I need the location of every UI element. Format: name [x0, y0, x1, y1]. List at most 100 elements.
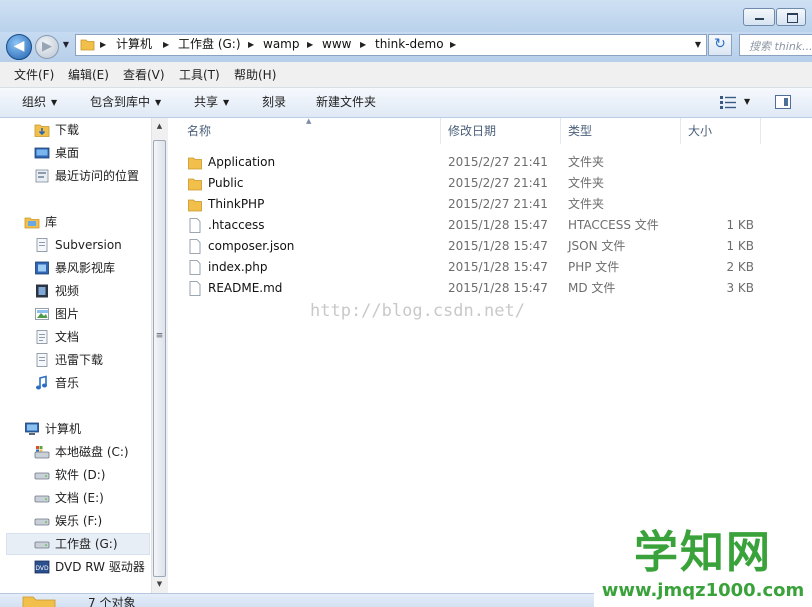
nav-item-subversion[interactable]: Subversion — [34, 234, 146, 256]
column-header-date[interactable]: 修改日期 — [441, 118, 561, 144]
nav-item-drive-e[interactable]: 文档 (E:) — [34, 487, 146, 509]
breadcrumb-www[interactable]: www — [322, 34, 351, 56]
scroll-down-icon[interactable]: ▼ — [151, 576, 168, 593]
file-date: 2015/1/28 15:47 — [448, 281, 548, 295]
organize-label: 组织 — [22, 95, 47, 109]
burn-button[interactable]: 刻录 — [262, 88, 286, 117]
nav-item-computer[interactable]: 计算机 — [24, 418, 146, 440]
chevron-down-icon: ▼ — [155, 98, 162, 107]
document-icon — [36, 330, 48, 344]
file-date: 2015/1/28 15:47 — [448, 218, 548, 232]
computer-icon — [25, 422, 39, 435]
music-note-icon — [36, 375, 47, 390]
breadcrumb-think-demo[interactable]: think-demo — [375, 34, 444, 56]
preview-pane-icon[interactable] — [775, 95, 791, 109]
logo-url: www.jmqz1000.com — [601, 580, 805, 601]
file-size: 1 KB — [726, 239, 754, 253]
nav-item-downloads[interactable]: 下载 — [34, 119, 146, 141]
library-icon — [24, 217, 40, 229]
nav-item-drive-d[interactable]: 软件 (D:) — [34, 464, 146, 486]
column-header-size[interactable]: 大小 — [681, 118, 761, 144]
nav-label: 本地磁盘 (C:) — [55, 445, 129, 459]
file-size: 2 KB — [726, 260, 754, 274]
file-row-composer-json[interactable]: composer.json 2015/1/28 15:47 JSON 文件 1 … — [180, 236, 780, 257]
hard-drive-icon — [34, 541, 50, 549]
file-row-htaccess[interactable]: .htaccess 2015/1/28 15:47 HTACCESS 文件 1 … — [180, 215, 780, 236]
file-name: .htaccess — [208, 218, 265, 232]
breadcrumb-separator-icon[interactable]: ▶ — [100, 34, 106, 56]
system-drive-icon — [34, 446, 50, 459]
nav-item-libraries[interactable]: 库 — [24, 211, 146, 233]
new-folder-button[interactable]: 新建文件夹 — [316, 88, 376, 117]
file-type: 文件夹 — [568, 155, 605, 169]
forward-button[interactable]: ▶ — [35, 35, 59, 59]
nav-item-videos[interactable]: 视频 — [34, 280, 146, 302]
recent-places-icon — [35, 169, 49, 183]
nav-item-pictures[interactable]: 图片 — [34, 303, 146, 325]
share-label: 共享 — [194, 95, 219, 109]
breadcrumb-separator-icon[interactable]: ▶ — [450, 34, 456, 56]
nav-item-drive-g[interactable]: 工作盘 (G:) — [34, 533, 146, 555]
hard-drive-icon — [34, 495, 50, 503]
breadcrumb-separator-icon[interactable]: ▶ — [360, 34, 366, 56]
chevron-down-icon: ▼ — [51, 98, 58, 107]
scrollbar-thumb[interactable] — [153, 140, 166, 577]
file-row-public[interactable]: Public 2015/2/27 21:41 文件夹 — [180, 173, 780, 194]
include-in-library-button[interactable]: 包含到库中 ▼ — [90, 88, 161, 117]
nav-item-xunlei-downloads[interactable]: 迅雷下载 — [34, 349, 146, 371]
search-input[interactable]: 搜索 think... — [739, 34, 812, 56]
menu-help[interactable]: 帮助(H) — [234, 62, 276, 88]
nav-label: 软件 (D:) — [55, 468, 106, 482]
minimize-button[interactable] — [743, 8, 775, 26]
file-row-thinkphp[interactable]: ThinkPHP 2015/2/27 21:41 文件夹 — [180, 194, 780, 215]
hard-drive-icon — [34, 472, 50, 480]
address-dropdown-icon[interactable]: ▼ — [690, 34, 706, 56]
file-type: JSON 文件 — [568, 239, 626, 253]
breadcrumb-separator-icon[interactable]: ▶ — [248, 34, 254, 56]
file-type: HTACCESS 文件 — [568, 218, 659, 232]
scroll-up-icon[interactable]: ▲ — [151, 118, 168, 135]
item-count-status: 7 个对象 — [88, 596, 136, 607]
file-date: 2015/2/27 21:41 — [448, 176, 548, 190]
nav-item-drive-c[interactable]: 本地磁盘 (C:) — [34, 441, 146, 463]
view-dropdown-icon[interactable]: ▼ — [744, 92, 754, 112]
file-name: composer.json — [208, 239, 295, 253]
history-dropdown-icon[interactable]: ▼ — [61, 39, 71, 51]
share-button[interactable]: 共享 ▼ — [194, 88, 229, 117]
file-row-readme-md[interactable]: README.md 2015/1/28 15:47 MD 文件 3 KB — [180, 278, 780, 299]
nav-item-music[interactable]: 音乐 — [34, 372, 146, 394]
nav-label: 下载 — [55, 123, 80, 137]
column-header-type[interactable]: 类型 — [561, 118, 681, 144]
refresh-button[interactable]: ↻ — [708, 34, 732, 56]
breadcrumb-drive-g[interactable]: 工作盘 (G:) — [178, 34, 241, 56]
breadcrumb-separator-icon[interactable]: ▶ — [307, 34, 313, 56]
file-type: 文件夹 — [568, 176, 605, 190]
menu-tools[interactable]: 工具(T) — [179, 62, 220, 88]
menu-view[interactable]: 查看(V) — [123, 62, 165, 88]
breadcrumb-computer[interactable]: 计算机 — [116, 34, 152, 56]
maximize-button[interactable] — [776, 8, 806, 26]
sort-arrow-icon: ▲ — [306, 117, 312, 125]
desktop-icon — [34, 147, 50, 159]
view-options-icon[interactable] — [720, 96, 736, 109]
breadcrumb-separator-icon[interactable]: ▶ — [163, 34, 169, 56]
file-size: 1 KB — [726, 218, 754, 232]
nav-item-desktop[interactable]: 桌面 — [34, 142, 146, 164]
nav-item-baofeng-library[interactable]: 暴风影视库 — [34, 257, 146, 279]
file-date: 2015/2/27 21:41 — [448, 155, 548, 169]
file-row-index-php[interactable]: index.php 2015/1/28 15:47 PHP 文件 2 KB — [180, 257, 780, 278]
menu-edit[interactable]: 编辑(E) — [68, 62, 109, 88]
nav-item-recent-places[interactable]: 最近访问的位置 — [34, 165, 146, 187]
nav-label: 工作盘 (G:) — [55, 537, 118, 551]
nav-item-dvd-drive[interactable]: DVD DVD RW 驱动器 — [34, 556, 146, 578]
file-row-application[interactable]: Application 2015/2/27 21:41 文件夹 — [180, 152, 780, 173]
title-bar — [0, 0, 812, 32]
file-icon — [189, 218, 201, 233]
breadcrumb-wamp[interactable]: wamp — [263, 34, 299, 56]
menu-file[interactable]: 文件(F) — [14, 62, 54, 88]
back-button[interactable]: ◀ — [6, 34, 32, 60]
nav-item-documents[interactable]: 文档 — [34, 326, 146, 348]
organize-button[interactable]: 组织 ▼ — [22, 88, 57, 117]
nav-item-drive-f[interactable]: 娱乐 (F:) — [34, 510, 146, 532]
nav-label: 桌面 — [55, 146, 80, 160]
